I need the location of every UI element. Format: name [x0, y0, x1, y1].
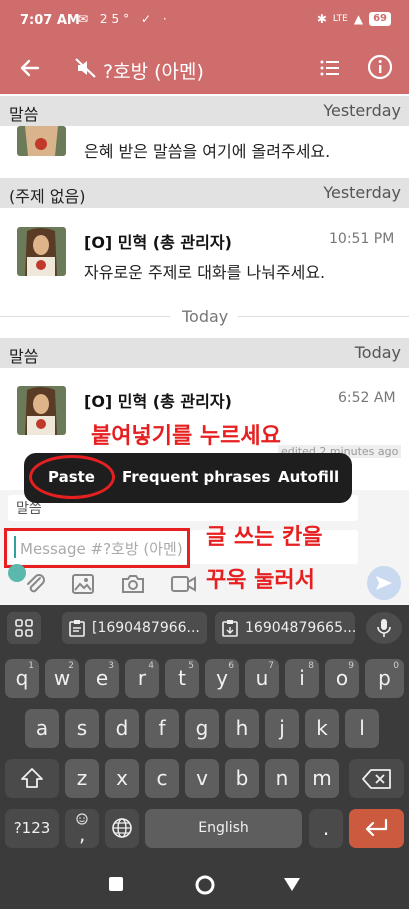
input-highlight-box [4, 528, 190, 568]
key-a[interactable]: a [25, 709, 59, 748]
send-icon [376, 576, 392, 590]
key-u[interactable]: u7 [245, 659, 279, 698]
message-time: 6:52 AM [338, 390, 396, 406]
key-c[interactable]: c [145, 759, 179, 798]
avatar[interactable] [17, 227, 66, 276]
key-s[interactable]: s [65, 709, 99, 748]
back-arrow-icon[interactable] [18, 56, 42, 80]
topic-name: 말씀 [9, 347, 39, 366]
status-notification-icons: ✉ 25° ✓ · [78, 12, 171, 26]
date-divider-line [238, 316, 409, 317]
key-x[interactable]: x [105, 759, 139, 798]
topic-list-icon[interactable] [318, 56, 342, 80]
key-m[interactable]: m [305, 759, 339, 798]
clipboard-icon [69, 620, 85, 637]
clipboard-pinned-icon [222, 620, 238, 637]
battery-indicator: 69 [369, 12, 391, 26]
space-key[interactable]: English [145, 809, 302, 848]
muted-speaker-icon [75, 58, 96, 78]
key-f[interactable]: f [145, 709, 179, 748]
keyboard-menu-button[interactable] [7, 612, 41, 644]
topic-header[interactable]: (주제 없음) Yesterday [0, 178, 409, 208]
recents-button[interactable] [109, 877, 123, 891]
key-g[interactable]: g [185, 709, 219, 748]
shift-icon [21, 768, 43, 788]
backspace-icon [362, 769, 391, 789]
key-v[interactable]: v [185, 759, 219, 798]
app-bar: ?호방 (아멘) [0, 42, 409, 94]
camera-icon[interactable] [120, 572, 146, 596]
clipboard-suggestion-text: [1690487966... [92, 620, 200, 636]
globe-icon [112, 818, 132, 838]
field-instruction-line2: 꾸욱 눌러서 [206, 568, 315, 593]
channel-title: ?호방 (아멘) [103, 61, 204, 83]
avatar[interactable] [17, 386, 66, 435]
topic-header[interactable]: 말씀 Today [0, 338, 409, 368]
field-instruction-line1: 글 쓰는 칸을 [206, 525, 323, 550]
voice-input-button[interactable] [366, 612, 402, 644]
frequent-phrases-menu-item[interactable]: Frequent phrases [122, 468, 270, 486]
paste-highlight-circle [29, 455, 115, 499]
enter-key[interactable] [349, 809, 404, 848]
message-sender[interactable]: [O] 민혁 (총 관리자) [84, 229, 232, 253]
avatar[interactable] [17, 126, 66, 156]
emoji-comma-key[interactable]: , [65, 809, 99, 848]
video-icon[interactable] [170, 573, 198, 595]
attachment-icon[interactable] [22, 571, 48, 597]
clipboard-suggestion-text: 16904879665... [245, 620, 357, 636]
grid-icon [15, 619, 33, 637]
date-divider-label: Today [182, 307, 229, 326]
key-q[interactable]: q1 [5, 659, 39, 698]
key-w[interactable]: w2 [45, 659, 79, 698]
status-time: 7:07 AM [20, 13, 80, 28]
key-l[interactable]: l [345, 709, 379, 748]
key-p[interactable]: p0 [365, 659, 404, 698]
key-n[interactable]: n [265, 759, 299, 798]
clipboard-suggestion[interactable]: 16904879665... [215, 612, 357, 644]
topic-header[interactable]: 말씀 Yesterday [0, 96, 409, 126]
wifi-icon: ▲ [353, 12, 364, 26]
topic-date: Today [354, 343, 401, 362]
key-d[interactable]: d [105, 709, 139, 748]
status-right-icons: ✱ LTE ▲ 69 [317, 12, 391, 26]
topic-name: 말씀 [9, 105, 39, 124]
back-nav-button[interactable] [283, 877, 301, 892]
microphone-icon [377, 619, 391, 637]
home-button[interactable] [194, 874, 216, 896]
date-divider-line [0, 316, 170, 317]
key-h[interactable]: h [225, 709, 259, 748]
image-icon[interactable] [71, 572, 95, 596]
autofill-menu-item[interactable]: Autofill [278, 468, 339, 486]
info-icon[interactable] [367, 54, 393, 80]
key-b[interactable]: b [225, 759, 259, 798]
key-t[interactable]: t5 [165, 659, 199, 698]
key-i[interactable]: i8 [285, 659, 319, 698]
enter-icon [365, 818, 388, 837]
topic-date: Yesterday [323, 183, 401, 202]
period-key[interactable]: . [309, 809, 343, 848]
symbols-key[interactable]: ?123 [5, 809, 59, 848]
key-r[interactable]: r4 [125, 659, 159, 698]
key-o[interactable]: o9 [325, 659, 359, 698]
key-k[interactable]: k [305, 709, 339, 748]
message-sender[interactable]: [O] 민혁 (총 관리자) [84, 388, 232, 412]
language-key[interactable] [105, 809, 139, 848]
message-time: 10:51 PM [329, 231, 395, 247]
key-e[interactable]: e3 [85, 659, 119, 698]
key-z[interactable]: z [65, 759, 99, 798]
clipboard-suggestion[interactable]: [1690487966... [62, 612, 207, 644]
send-button[interactable] [367, 566, 401, 600]
key-j[interactable]: j [265, 709, 299, 748]
message-body: 자유로운 주제로 대화를 나눠주세요. [84, 263, 326, 282]
message-body: 은혜 받은 말씀을 여기에 올려주세요. [84, 142, 331, 161]
topic-date: Yesterday [323, 101, 401, 120]
topic-name: (주제 없음) [9, 187, 86, 206]
backspace-key[interactable] [349, 759, 404, 798]
status-bar: 7:07 AM ✉ 25° ✓ · ✱ LTE ▲ 69 [0, 0, 409, 42]
shift-key[interactable] [5, 759, 59, 798]
paste-instruction-annotation: 붙여넣기를 누르세요 [91, 424, 281, 449]
bluetooth-icon: ✱ [316, 12, 327, 26]
network-label: LTE [332, 14, 348, 24]
key-y[interactable]: y6 [205, 659, 239, 698]
